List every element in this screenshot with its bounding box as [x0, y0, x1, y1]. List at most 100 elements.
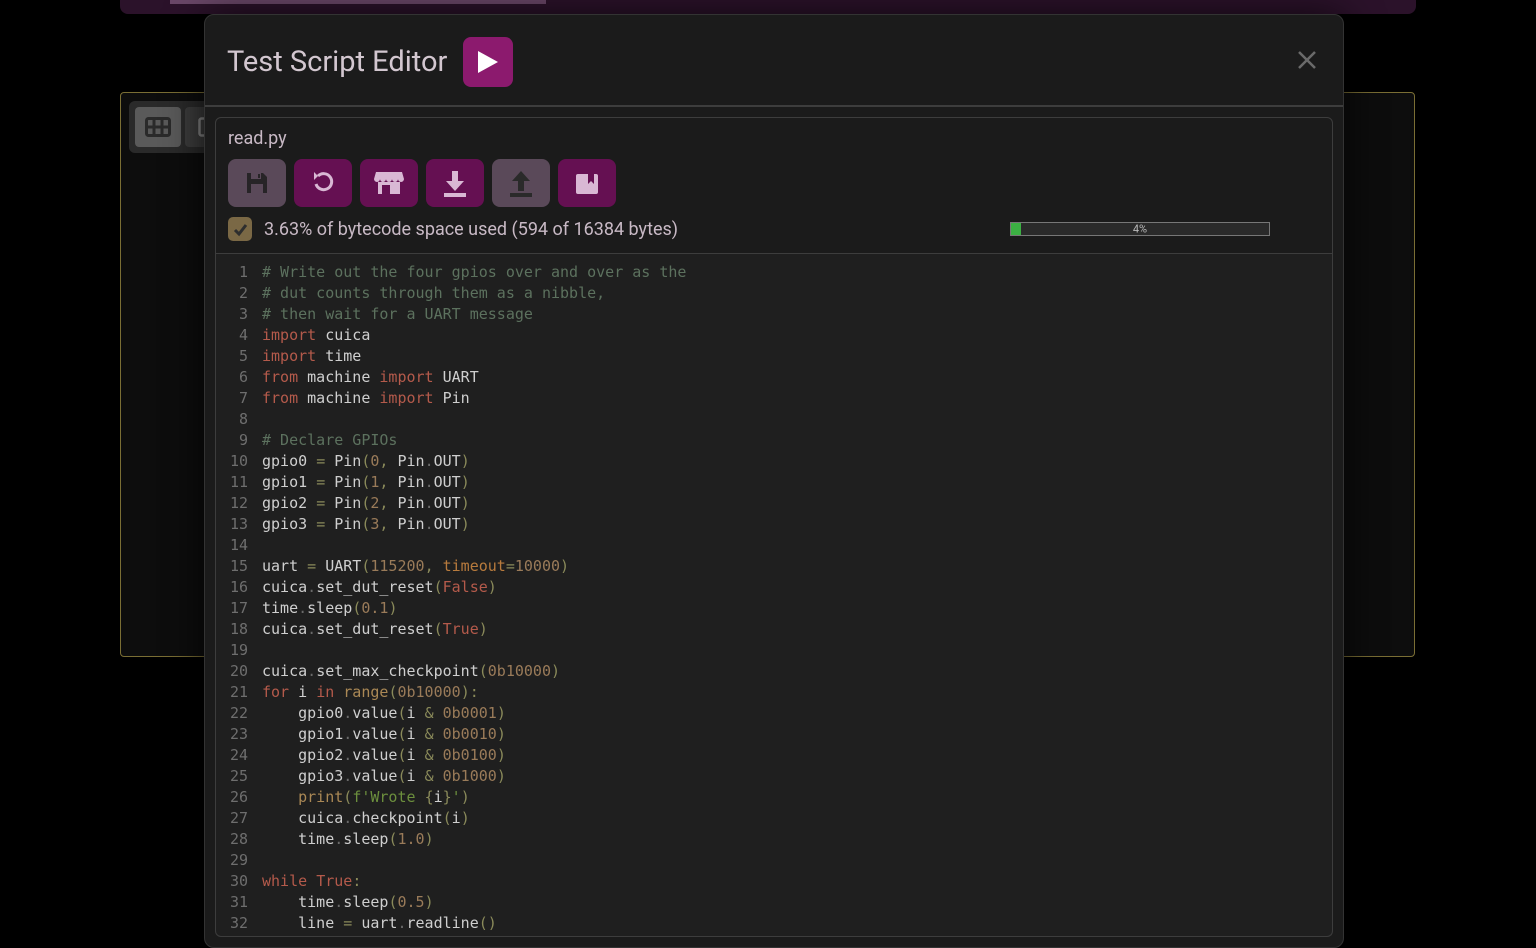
upload-button[interactable] — [492, 159, 550, 207]
grid-view-button[interactable] — [135, 107, 181, 147]
code-line[interactable]: # dut counts through them as a nibble, — [262, 283, 1332, 304]
line-number: 17 — [226, 598, 248, 619]
code-line[interactable]: # Declare GPIOs — [262, 430, 1332, 451]
line-number: 33 — [226, 934, 248, 937]
store-icon — [374, 170, 404, 196]
line-number: 15 — [226, 556, 248, 577]
code-line[interactable]: from machine import Pin — [262, 388, 1332, 409]
progress-label: 4% — [1133, 223, 1147, 236]
code-line[interactable]: from machine import UART — [262, 367, 1332, 388]
file-toolbar-area: read.py — [215, 117, 1333, 254]
code-line[interactable]: gpio1.value(i & 0b0010) — [262, 724, 1332, 745]
code-line[interactable]: for i in range(0b10000): — [262, 682, 1332, 703]
status-row: 3.63% of bytecode space used (594 of 163… — [216, 217, 1332, 253]
bookmark-icon — [574, 170, 600, 196]
code-line[interactable]: import cuica — [262, 325, 1332, 346]
code-wrap: 1234567891011121314151617181920212223242… — [216, 254, 1332, 936]
reload-icon — [309, 169, 337, 197]
line-number: 10 — [226, 451, 248, 472]
code-line[interactable]: line = uart.readline() — [262, 913, 1332, 934]
code-line[interactable]: import time — [262, 346, 1332, 367]
progress-bar: 4% — [1010, 222, 1270, 236]
modal-header: Test Script Editor — [205, 15, 1343, 107]
code-line[interactable]: cuica.set_max_checkpoint(0b10000) — [262, 661, 1332, 682]
line-number: 32 — [226, 913, 248, 934]
test-script-editor-modal: Test Script Editor read.py — [204, 14, 1344, 948]
code-line[interactable]: cuica.set_dut_reset(True) — [262, 619, 1332, 640]
line-number: 2 — [226, 283, 248, 304]
code-line[interactable]: uart = UART(115200, timeout=10000) — [262, 556, 1332, 577]
line-number: 5 — [226, 346, 248, 367]
download-icon — [442, 169, 468, 197]
line-number: 30 — [226, 871, 248, 892]
line-number: 22 — [226, 703, 248, 724]
line-number: 11 — [226, 472, 248, 493]
line-number: 13 — [226, 514, 248, 535]
line-number-gutter: 1234567891011121314151617181920212223242… — [216, 262, 262, 936]
top-bar — [120, 0, 1416, 14]
line-number: 31 — [226, 892, 248, 913]
reload-button[interactable] — [294, 159, 352, 207]
code-line[interactable]: # then wait for a UART message — [262, 304, 1332, 325]
code-line[interactable]: gpio1 = Pin(1, Pin.OUT) — [262, 472, 1332, 493]
line-number: 18 — [226, 619, 248, 640]
code-line[interactable]: print(f'Wrote {i}') — [262, 787, 1332, 808]
close-modal-button[interactable] — [1293, 46, 1321, 74]
code-line[interactable]: while True: — [262, 871, 1332, 892]
code-line[interactable] — [262, 850, 1332, 871]
code-line[interactable]: # Write out the four gpios over and over… — [262, 262, 1332, 283]
line-number: 12 — [226, 493, 248, 514]
save-icon — [243, 169, 271, 197]
line-number: 21 — [226, 682, 248, 703]
code-line[interactable]: time.sleep(0.5) — [262, 892, 1332, 913]
line-number: 7 — [226, 388, 248, 409]
line-number: 14 — [226, 535, 248, 556]
line-number: 28 — [226, 829, 248, 850]
code-line[interactable]: cuica.set_dut_reset(False) — [262, 577, 1332, 598]
code-line[interactable] — [262, 640, 1332, 661]
line-number: 29 — [226, 850, 248, 871]
code-line[interactable]: print(f'UART read got {line}') — [262, 934, 1332, 937]
line-number: 8 — [226, 409, 248, 430]
bytecode-status-text: 3.63% of bytecode space used (594 of 163… — [264, 219, 678, 240]
code-line[interactable]: time.sleep(0.1) — [262, 598, 1332, 619]
code-content[interactable]: # Write out the four gpios over and over… — [262, 262, 1332, 936]
upload-icon — [508, 169, 534, 197]
code-line[interactable]: gpio3 = Pin(3, Pin.OUT) — [262, 514, 1332, 535]
line-number: 26 — [226, 787, 248, 808]
line-number: 24 — [226, 745, 248, 766]
status-check — [228, 217, 252, 241]
file-name-label: read.py — [216, 118, 1332, 159]
code-line[interactable] — [262, 535, 1332, 556]
check-icon — [232, 221, 248, 237]
code-line[interactable]: time.sleep(1.0) — [262, 829, 1332, 850]
line-number: 3 — [226, 304, 248, 325]
run-script-button[interactable] — [463, 37, 513, 87]
line-number: 9 — [226, 430, 248, 451]
line-number: 6 — [226, 367, 248, 388]
line-number: 1 — [226, 262, 248, 283]
progress-bar-wrap: 4% — [1010, 222, 1270, 236]
code-line[interactable] — [262, 409, 1332, 430]
play-icon — [476, 49, 500, 75]
code-line[interactable]: gpio2.value(i & 0b0100) — [262, 745, 1332, 766]
grid-icon — [145, 117, 171, 137]
editor-toolbar — [216, 159, 1332, 217]
code-editor[interactable]: 1234567891011121314151617181920212223242… — [215, 254, 1333, 937]
download-button[interactable] — [426, 159, 484, 207]
line-number: 16 — [226, 577, 248, 598]
top-bar-accent — [170, 0, 546, 4]
save-button[interactable] — [228, 159, 286, 207]
progress-fill — [1011, 223, 1021, 235]
code-line[interactable]: cuica.checkpoint(i) — [262, 808, 1332, 829]
code-line[interactable]: gpio0.value(i & 0b0001) — [262, 703, 1332, 724]
code-line[interactable]: gpio2 = Pin(2, Pin.OUT) — [262, 493, 1332, 514]
line-number: 20 — [226, 661, 248, 682]
code-line[interactable]: gpio0 = Pin(0, Pin.OUT) — [262, 451, 1332, 472]
line-number: 19 — [226, 640, 248, 661]
line-number: 27 — [226, 808, 248, 829]
modal-title: Test Script Editor — [227, 45, 447, 79]
library-button[interactable] — [558, 159, 616, 207]
code-line[interactable]: gpio3.value(i & 0b1000) — [262, 766, 1332, 787]
store-button[interactable] — [360, 159, 418, 207]
